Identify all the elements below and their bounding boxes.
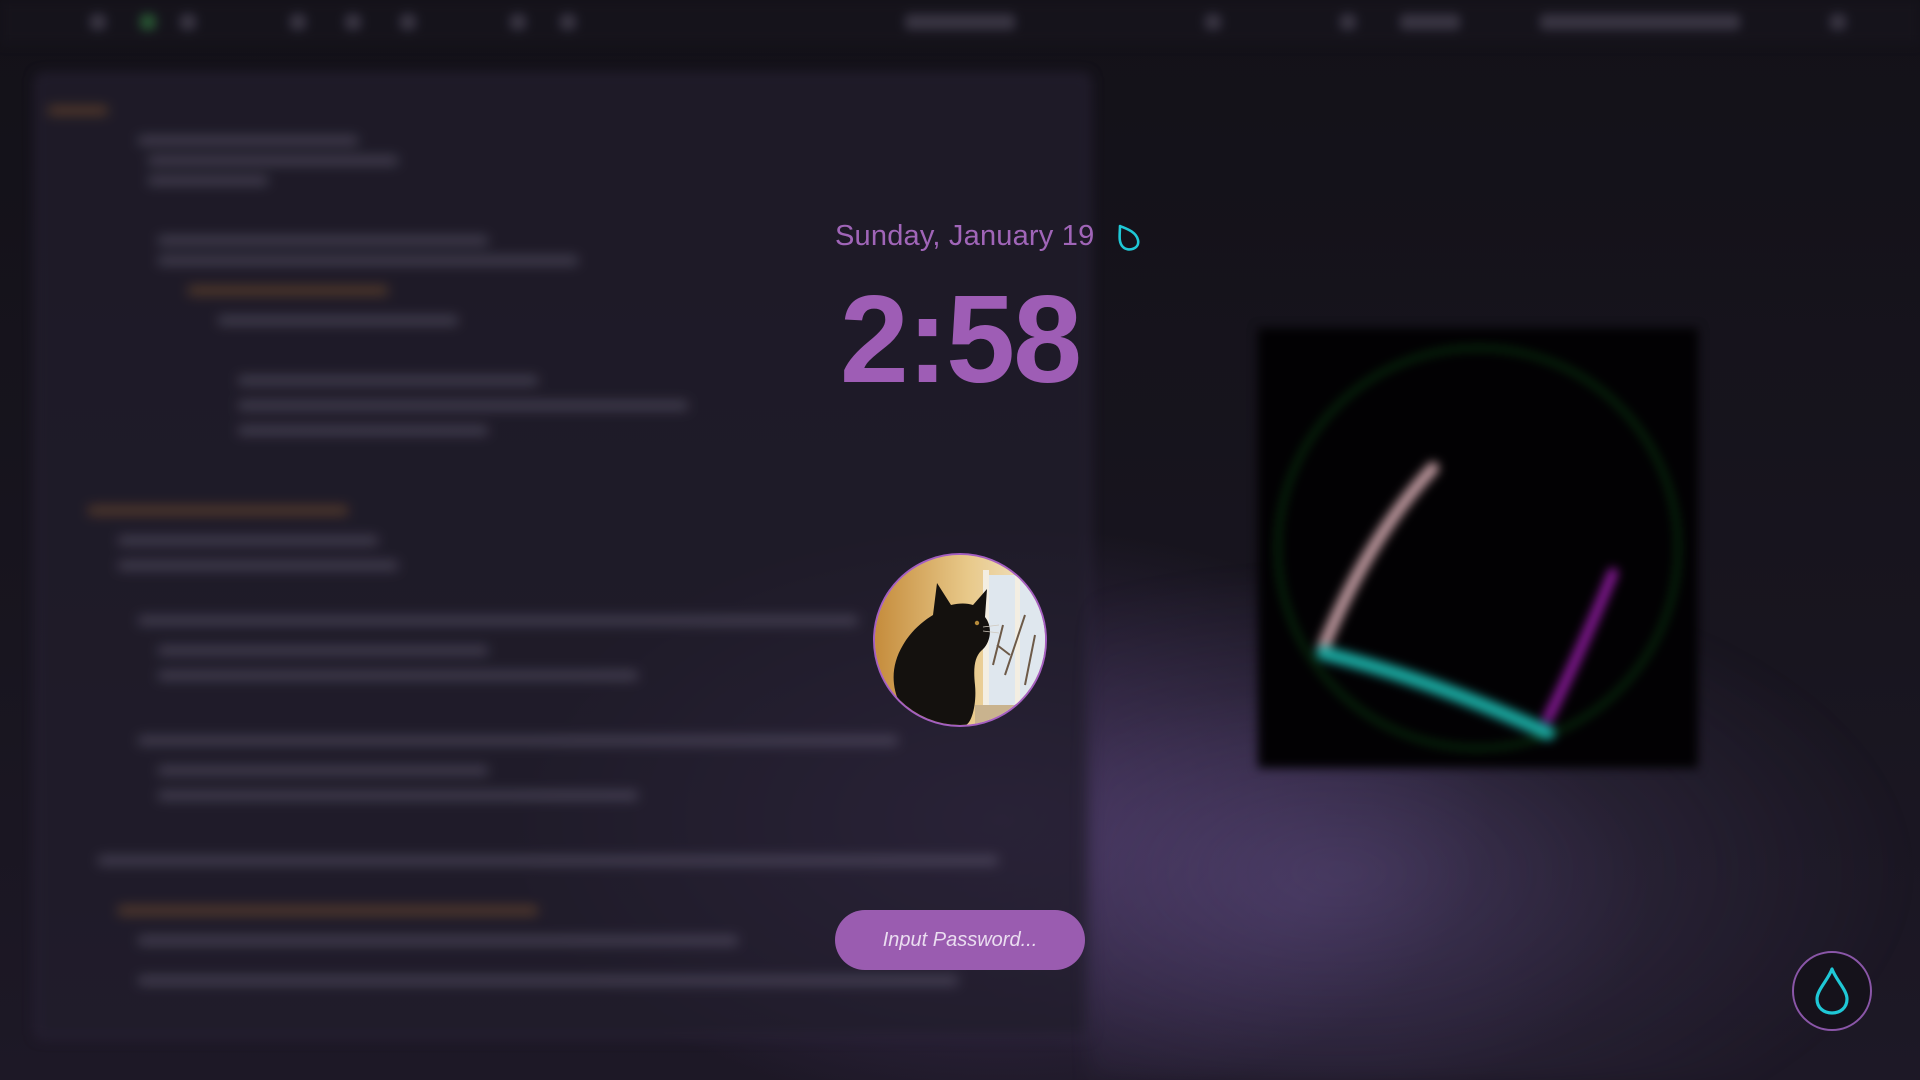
user-avatar xyxy=(873,553,1047,727)
cat-avatar xyxy=(875,555,1045,725)
lock-screen: Sunday, January 19 2:58 Input Password..… xyxy=(0,0,1920,1080)
password-input[interactable]: Input Password... xyxy=(835,910,1085,970)
launcher-button[interactable] xyxy=(1792,951,1872,1031)
droplet-outline-icon-svg xyxy=(1118,224,1140,251)
droplet-icon xyxy=(1815,967,1849,1015)
clock-time: 2:58 xyxy=(839,271,1082,409)
droplet-outline-icon xyxy=(1114,222,1144,254)
date-label: Sunday, January 19 xyxy=(835,220,1095,252)
password-placeholder: Input Password... xyxy=(882,928,1038,951)
